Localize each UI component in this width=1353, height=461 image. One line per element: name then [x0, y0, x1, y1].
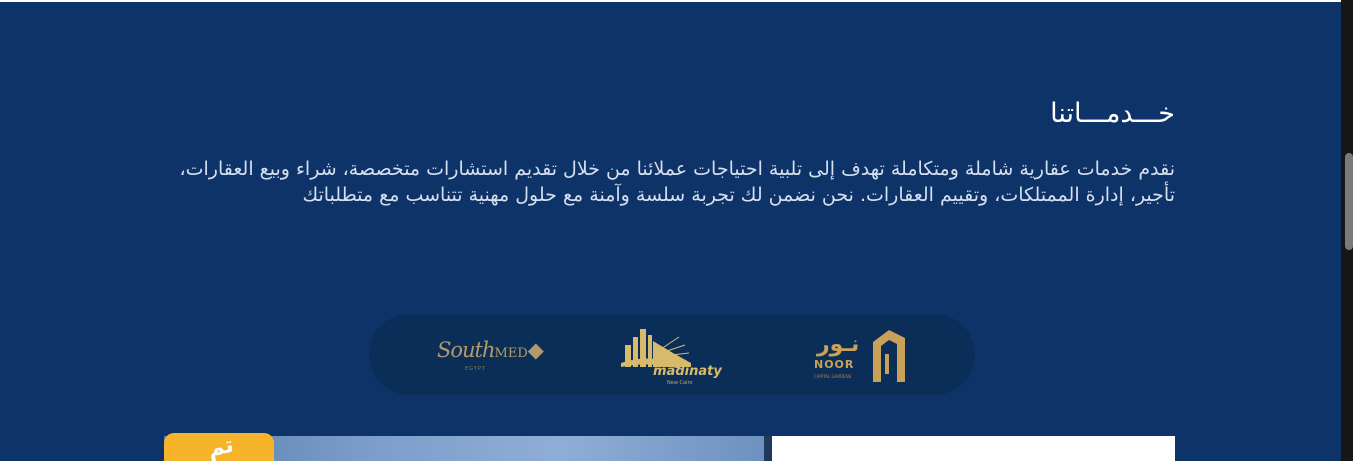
madinaty-subtitle: New Cairo — [667, 380, 693, 386]
noor-arch-icon — [873, 330, 905, 382]
partner-logos-bar: SouthMED◆ EGYPT madinaty New Cairo نـور … — [369, 314, 975, 395]
noor-logo[interactable]: نـور NOOR CAPITAL GARDENS — [809, 314, 915, 395]
southmed-subtitle: EGYPT — [465, 366, 486, 372]
status-badge: تم — [164, 433, 274, 461]
section-title: خـــدمـــاتنا — [1050, 98, 1175, 129]
page: خـــدمـــاتنا نقدم خدمات عقارية شاملة وم… — [0, 0, 1353, 461]
madinaty-logo[interactable]: madinaty New Cairo — [619, 314, 729, 395]
scrollbar-thumb[interactable] — [1345, 153, 1353, 250]
southmed-logo[interactable]: SouthMED◆ EGYPT — [435, 314, 544, 395]
property-card-body — [772, 436, 1175, 461]
southmed-wordmark: SouthMED◆ — [437, 338, 544, 362]
madinaty-wordmark: madinaty — [653, 364, 722, 379]
noor-wordmark-arabic: نـور — [817, 332, 860, 357]
status-badge-label: تم — [205, 433, 236, 461]
section-description: نقدم خدمات عقارية شاملة ومتكاملة تهدف إل… — [179, 158, 1176, 206]
noor-wordmark-latin: NOOR — [814, 358, 855, 371]
noor-subtitle: CAPITAL GARDENS — [814, 374, 852, 379]
